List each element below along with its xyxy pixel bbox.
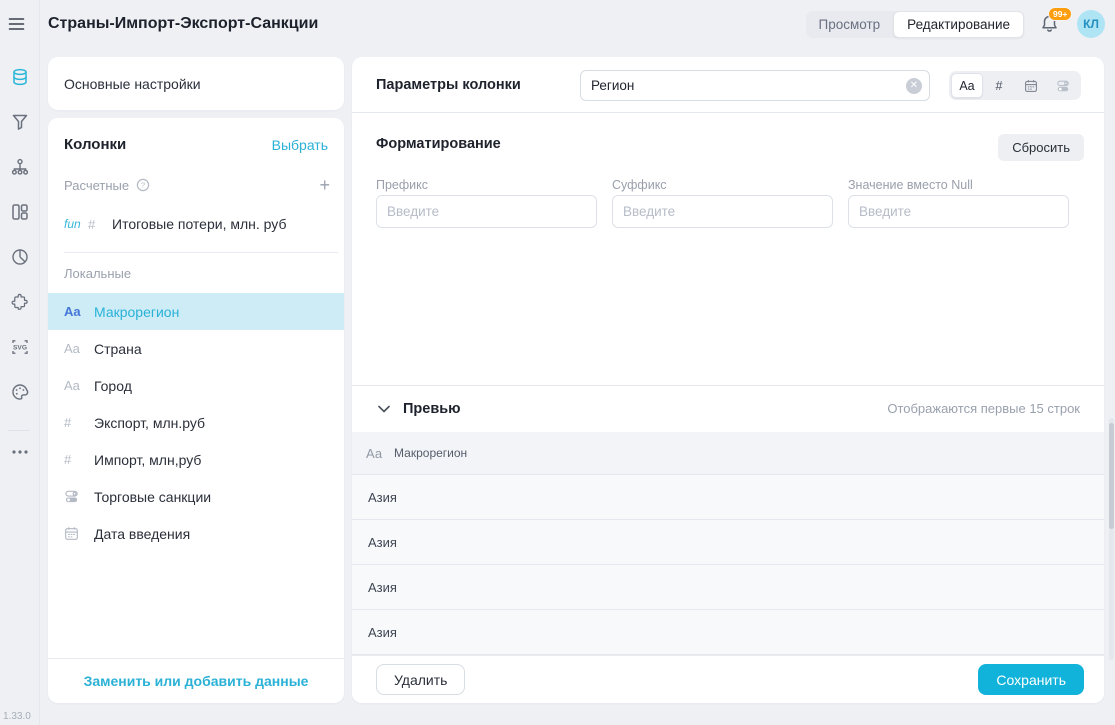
column-item-label: Торговые санкции [94, 489, 211, 505]
preview-table-header: Аа Макрорегион [352, 432, 1104, 475]
select-columns-link[interactable]: Выбрать [272, 137, 328, 153]
table-row: Азия [352, 565, 1104, 610]
reset-button[interactable]: Сбросить [998, 134, 1084, 161]
preview-header: Превью Отображаются первые 15 строк [352, 385, 1104, 432]
calendar-icon [1024, 79, 1038, 93]
top-bar: Страны-Импорт-Экспорт-Санкции Просмотр Р… [40, 0, 1115, 48]
column-item-import[interactable]: # Импорт, млн,руб [48, 441, 344, 478]
save-button[interactable]: Сохранить [978, 664, 1084, 695]
column-item-export[interactable]: # Экспорт, млн.руб [48, 404, 344, 441]
scrollbar-thumb[interactable] [1109, 423, 1114, 529]
formula-icon: fun [64, 217, 88, 231]
column-name-input[interactable] [580, 70, 930, 101]
prefix-label: Префикс [376, 178, 428, 192]
toggle-icon [1056, 79, 1070, 93]
calculated-section-label: Расчетные [64, 178, 129, 193]
hierarchy-icon[interactable] [11, 158, 29, 176]
null-value-input[interactable] [848, 195, 1069, 228]
notifications-bell[interactable]: 99+ [1040, 14, 1059, 34]
layout-icon[interactable] [11, 203, 29, 221]
column-params-panel: Параметры колонки ✕ Aa # Форматирован [352, 57, 1104, 703]
svg-text:SVG: SVG [13, 344, 27, 351]
mode-edit-button[interactable]: Редактирование [893, 11, 1024, 38]
column-item-city[interactable]: Aa Город [48, 367, 344, 404]
text-type-icon: Aa [64, 304, 86, 319]
text-type-icon: Аа [366, 446, 382, 461]
filter-icon[interactable] [11, 113, 29, 131]
number-type-icon: # [64, 452, 86, 467]
help-icon[interactable]: ? [136, 178, 150, 192]
null-value-label: Значение вместо Null [848, 178, 973, 192]
type-number-button[interactable]: # [983, 73, 1015, 98]
columns-title: Колонки [64, 136, 126, 153]
chart-icon[interactable] [11, 248, 29, 266]
table-row: Азия [352, 475, 1104, 520]
replace-or-add-data-link[interactable]: Заменить или добавить данные [84, 673, 309, 689]
number-type-icon: # [88, 217, 112, 232]
column-item-label: Импорт, млн,руб [94, 452, 201, 468]
formatting-title: Форматирование [376, 136, 501, 152]
app-version: 1.33.0 [3, 711, 31, 722]
divider [64, 252, 338, 253]
palette-icon[interactable] [11, 383, 29, 401]
suffix-label: Суффикс [612, 178, 667, 192]
table-row: Азия [352, 520, 1104, 565]
hamburger-menu-icon[interactable] [8, 17, 25, 31]
page-title: Страны-Импорт-Экспорт-Санкции [48, 15, 806, 33]
columns-panel: Колонки Выбрать Расчетные ? + fun # Итог… [48, 118, 344, 703]
dataset-icon[interactable] [11, 68, 29, 86]
column-params-title: Параметры колонки [376, 77, 521, 93]
mode-view-button[interactable]: Просмотр [806, 11, 894, 38]
suffix-input[interactable] [612, 195, 833, 228]
chevron-down-icon[interactable] [378, 405, 390, 413]
column-item-label: Страна [94, 341, 142, 357]
text-type-icon: Aa [64, 378, 86, 393]
delete-button[interactable]: Удалить [376, 664, 465, 695]
type-text-button[interactable]: Aa [951, 73, 983, 98]
replace-data-row: Заменить или добавить данные [48, 658, 344, 703]
local-section-label: Локальные [64, 266, 131, 281]
column-item-label: Экспорт, млн.руб [94, 415, 205, 431]
type-boolean-button[interactable] [1047, 73, 1079, 98]
main-settings-button[interactable]: Основные настройки [48, 57, 344, 110]
text-type-icon: Aa [64, 341, 86, 356]
puzzle-icon[interactable] [11, 293, 29, 311]
boolean-type-icon [64, 489, 86, 504]
preview-rows-info: Отображаются первые 15 строк [887, 401, 1080, 416]
notifications-badge: 99+ [1048, 7, 1072, 21]
clear-input-icon[interactable]: ✕ [906, 78, 922, 94]
svg-icon[interactable]: SVG [11, 338, 29, 356]
column-item-country[interactable]: Aa Страна [48, 330, 344, 367]
date-type-icon [64, 526, 86, 541]
rail-divider [8, 430, 30, 431]
column-item-sanctions[interactable]: Торговые санкции [48, 478, 344, 515]
column-item-macroregion[interactable]: Aa Макрорегион [48, 293, 344, 330]
more-icon[interactable] [0, 450, 39, 454]
prefix-input[interactable] [376, 195, 597, 228]
column-item-date[interactable]: Дата введения [48, 515, 344, 552]
svg-text:?: ? [141, 181, 145, 190]
preview-column-header: Макрорегион [394, 446, 467, 460]
column-item-label: Город [94, 378, 132, 394]
number-type-icon: # [64, 415, 86, 430]
add-calculated-column-button[interactable]: + [319, 176, 330, 194]
table-row: Азия [352, 610, 1104, 655]
column-type-switcher: Aa # [949, 71, 1081, 100]
avatar[interactable]: КЛ [1077, 10, 1105, 38]
left-icon-rail: SVG 1.33.0 [0, 0, 40, 725]
column-item-label: Дата введения [94, 526, 190, 542]
footer-bar: Удалить Сохранить [352, 655, 1104, 703]
column-item-label: Итоговые потери, млн. руб [112, 216, 286, 232]
column-item-calculated[interactable]: fun # Итоговые потери, млн. руб [48, 205, 344, 243]
mode-toggle: Просмотр Редактирование [806, 11, 1025, 38]
column-item-label: Макрорегион [94, 304, 179, 320]
type-date-button[interactable] [1015, 73, 1047, 98]
preview-title: Превью [403, 401, 461, 417]
